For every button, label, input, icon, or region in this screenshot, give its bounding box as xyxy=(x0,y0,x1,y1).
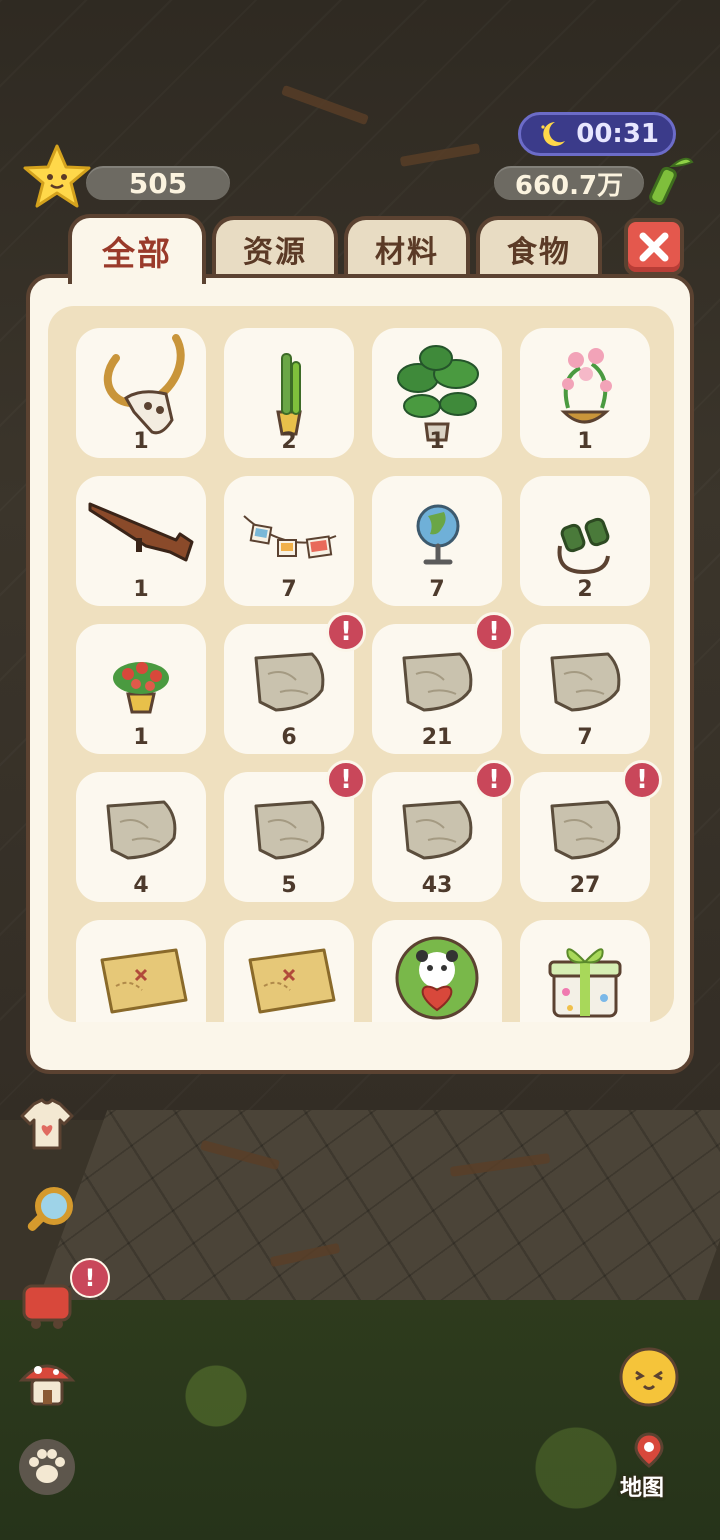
item-count: 27 xyxy=(569,873,601,898)
star-count: 505 xyxy=(128,166,188,200)
moon-icon xyxy=(541,122,565,146)
item-count: 6 xyxy=(281,725,297,750)
inventory-item[interactable] xyxy=(372,920,502,1022)
shop-alert-badge: ! xyxy=(70,1258,110,1298)
item-count: 7 xyxy=(429,577,445,602)
inventory-item[interactable]: 7 xyxy=(224,476,354,606)
tab-food-label: 食物 xyxy=(507,235,571,270)
inventory-item[interactable]: 2 xyxy=(224,328,354,458)
item-count: 1 xyxy=(133,577,149,602)
inventory-item[interactable] xyxy=(224,920,354,1022)
gift-box-icon xyxy=(548,948,622,1018)
cart-icon xyxy=(22,1284,72,1329)
item-count: 2 xyxy=(577,577,593,602)
inventory-item[interactable]: 1 xyxy=(520,328,650,458)
map-button-label: 地图 xyxy=(620,1476,665,1501)
star-icon xyxy=(23,144,91,208)
item-alert-badge: ! xyxy=(326,760,366,800)
tab-materials-label: 材料 xyxy=(375,235,439,270)
inventory-item[interactable]: 1 xyxy=(372,328,502,458)
item-count: 5 xyxy=(281,873,297,898)
item-count: 1 xyxy=(577,429,593,454)
inventory-panel: 1 2 1 1 1 7 7 2 1 6! 21! 7 4 5! 43! 27! xyxy=(26,274,694,1074)
shop-button[interactable] xyxy=(16,1272,78,1334)
night-timer: 00:31 xyxy=(518,112,676,156)
item-count: 43 xyxy=(421,873,453,898)
star-counter: 505 xyxy=(86,166,230,200)
tab-all-label: 全部 xyxy=(102,234,172,273)
tab-all[interactable]: 全部 xyxy=(68,214,206,284)
search-button[interactable] xyxy=(18,1180,80,1242)
tab-food[interactable]: 食物 xyxy=(476,216,602,278)
inventory-item[interactable] xyxy=(520,920,650,1022)
inventory-grid: 1 2 1 1 1 7 7 2 1 6! 21! 7 4 5! 43! 27! xyxy=(76,328,662,1022)
item-alert-badge: ! xyxy=(474,760,514,800)
pet-button[interactable] xyxy=(16,1436,78,1498)
mushroom-house-icon xyxy=(18,1364,76,1406)
inventory-item[interactable]: 2 xyxy=(520,476,650,606)
coin-counter: 660.7万 xyxy=(494,166,644,201)
tab-materials[interactable]: 材料 xyxy=(344,216,470,278)
timer-value: 00:31 xyxy=(576,119,659,149)
item-alert-badge: ! xyxy=(326,612,366,652)
emoji-button[interactable] xyxy=(618,1346,680,1408)
treasure-map-icon xyxy=(100,948,188,1014)
tab-resources[interactable]: 资源 xyxy=(212,216,338,278)
item-count: 7 xyxy=(281,577,297,602)
item-alert-badge: ! xyxy=(622,760,662,800)
item-count: 4 xyxy=(133,873,149,898)
home-button[interactable] xyxy=(16,1350,78,1412)
item-count: 1 xyxy=(133,725,149,750)
item-count: 1 xyxy=(429,429,445,454)
inventory-item[interactable] xyxy=(76,920,206,1022)
inventory-item[interactable]: 27! xyxy=(520,760,662,902)
magnifier-icon xyxy=(27,1187,73,1231)
close-icon xyxy=(639,232,669,262)
item-count: 1 xyxy=(133,429,149,454)
inventory-item[interactable]: 4 xyxy=(76,772,206,902)
bamboo-icon xyxy=(649,157,694,206)
shirt-icon xyxy=(20,1098,74,1150)
map-button[interactable]: 地图 xyxy=(618,1430,680,1501)
inventory-item[interactable]: 1 xyxy=(76,624,206,754)
tab-resources-label: 资源 xyxy=(243,235,307,270)
inventory-item[interactable]: 43! xyxy=(372,760,514,902)
item-count: 21 xyxy=(421,725,453,750)
inventory-item[interactable]: 1 xyxy=(76,476,206,606)
inventory-item[interactable]: 5! xyxy=(224,760,366,902)
paw-icon xyxy=(19,1439,75,1495)
inventory-scroll-area[interactable]: 1 2 1 1 1 7 7 2 1 6! 21! 7 4 5! 43! 27! xyxy=(48,306,674,1022)
inventory-item[interactable]: 6! xyxy=(224,612,366,754)
coin-count: 660.7万 xyxy=(514,170,624,201)
smiley-icon xyxy=(619,1347,679,1407)
item-alert-badge: ! xyxy=(474,612,514,652)
item-count: 2 xyxy=(281,429,297,454)
wardrobe-button[interactable] xyxy=(16,1094,78,1156)
item-count: 7 xyxy=(577,725,593,750)
inventory-item[interactable]: 7 xyxy=(520,624,650,754)
grass-area xyxy=(0,1300,720,1540)
inventory-item[interactable]: 7 xyxy=(372,476,502,606)
close-button[interactable] xyxy=(624,218,684,276)
inventory-item[interactable]: 21! xyxy=(372,612,514,754)
panda-heart-badge-icon xyxy=(395,936,479,1020)
treasure-map-icon xyxy=(248,948,336,1014)
inventory-item[interactable]: 1 xyxy=(76,328,206,458)
